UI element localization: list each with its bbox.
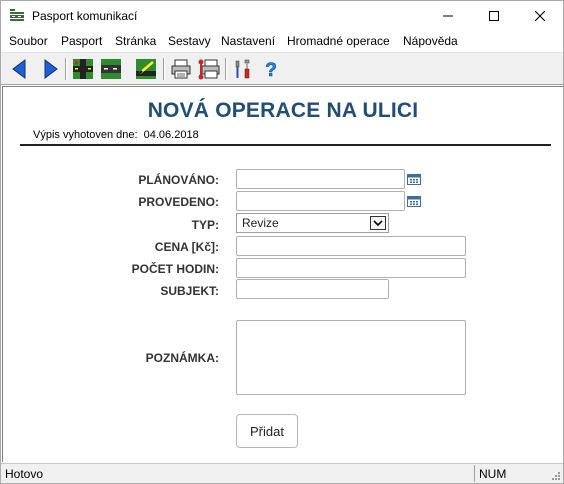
add-button[interactable]: Přidat <box>236 414 298 448</box>
forward-icon <box>44 59 58 79</box>
done-label: PROVEDENO: <box>138 195 219 209</box>
header-divider <box>20 144 551 146</box>
maximize-button[interactable] <box>471 1 517 31</box>
menu-napoveda[interactable]: Nápověda <box>403 34 458 48</box>
status-bar: Hotovo NUM <box>1 463 563 483</box>
toolbar-separator <box>225 58 227 80</box>
done-date-input[interactable] <box>236 191 405 211</box>
toolbar-separator <box>163 58 165 80</box>
map-button[interactable] <box>71 57 95 81</box>
menu-hromadne-operace[interactable]: Hromadné operace <box>287 34 390 48</box>
app-icon <box>9 8 25 24</box>
note-label: POZNÁMKA: <box>145 351 219 365</box>
menu-nastaveni[interactable]: Nastavení <box>221 34 275 48</box>
num-lock-indicator: NUM <box>479 467 507 481</box>
tools-button[interactable] <box>231 57 255 81</box>
menu-sestavy[interactable]: Sestavy <box>168 34 211 48</box>
print-icon <box>171 59 191 79</box>
minimize-button[interactable] <box>425 1 471 31</box>
date-line: Výpis vyhotoven dne: 04.06.2018 <box>33 129 199 141</box>
num-lock-panel: NUM <box>474 465 542 482</box>
date-value: 04.06.2018 <box>143 129 199 141</box>
back-icon <box>12 59 26 79</box>
price-label: CENA [Kč]: <box>154 240 219 254</box>
print-button[interactable] <box>169 57 193 81</box>
planned-calendar-icon[interactable] <box>407 173 421 185</box>
menu-stranka[interactable]: Stránka <box>115 34 156 48</box>
date-label: Výpis vyhotoven dne: <box>33 129 138 141</box>
toolbar: ? <box>1 52 563 85</box>
menu-soubor[interactable]: Soubor <box>9 34 48 48</box>
status-text: Hotovo <box>5 467 44 481</box>
content-area: NOVÁ OPERACE NA ULICI Výpis vyhotoven dn… <box>2 86 563 462</box>
svg-text:?: ? <box>265 60 277 80</box>
close-button[interactable] <box>517 1 563 31</box>
window-title: Pasport komunikací <box>32 9 138 23</box>
price-input[interactable] <box>236 236 466 256</box>
section-icon <box>101 59 121 79</box>
back-button[interactable] <box>7 57 31 81</box>
help-icon: ? <box>265 60 277 80</box>
type-select[interactable]: Revize <box>236 213 389 233</box>
edit-map-icon <box>136 59 156 79</box>
chevron-down-icon[interactable] <box>370 216 386 230</box>
help-button[interactable]: ? <box>259 57 283 81</box>
subject-label: SUBJEKT: <box>160 284 219 298</box>
planned-label: PLÁNOVÁNO: <box>138 173 219 187</box>
menu-bar: Soubor Pasport Stránka Sestavy Nastavení… <box>1 31 563 51</box>
subject-input[interactable] <box>236 279 389 299</box>
title-bar: Pasport komunikací <box>1 1 563 31</box>
page-title: NOVÁ OPERACE NA ULICI <box>147 99 419 122</box>
hours-input[interactable] <box>236 258 466 278</box>
app-window: Pasport komunikací Soubor Pasport Stránk… <box>0 0 564 484</box>
note-textarea[interactable] <box>236 320 466 395</box>
type-select-value: Revize <box>242 216 279 230</box>
print-setup-icon <box>198 59 220 80</box>
tools-icon <box>235 59 250 79</box>
done-calendar-icon[interactable] <box>407 195 421 207</box>
hours-label: POČET HODIN: <box>131 262 219 276</box>
resize-grip-icon[interactable] <box>549 469 561 481</box>
planned-date-input[interactable] <box>236 169 405 189</box>
print-setup-button[interactable] <box>197 57 221 81</box>
type-label: TYP: <box>191 218 219 232</box>
toolbar-separator <box>65 58 67 80</box>
map-icon <box>73 59 93 79</box>
forward-button[interactable] <box>39 57 63 81</box>
section-button[interactable] <box>99 57 123 81</box>
menu-pasport[interactable]: Pasport <box>61 34 102 48</box>
edit-map-button[interactable] <box>134 57 158 81</box>
